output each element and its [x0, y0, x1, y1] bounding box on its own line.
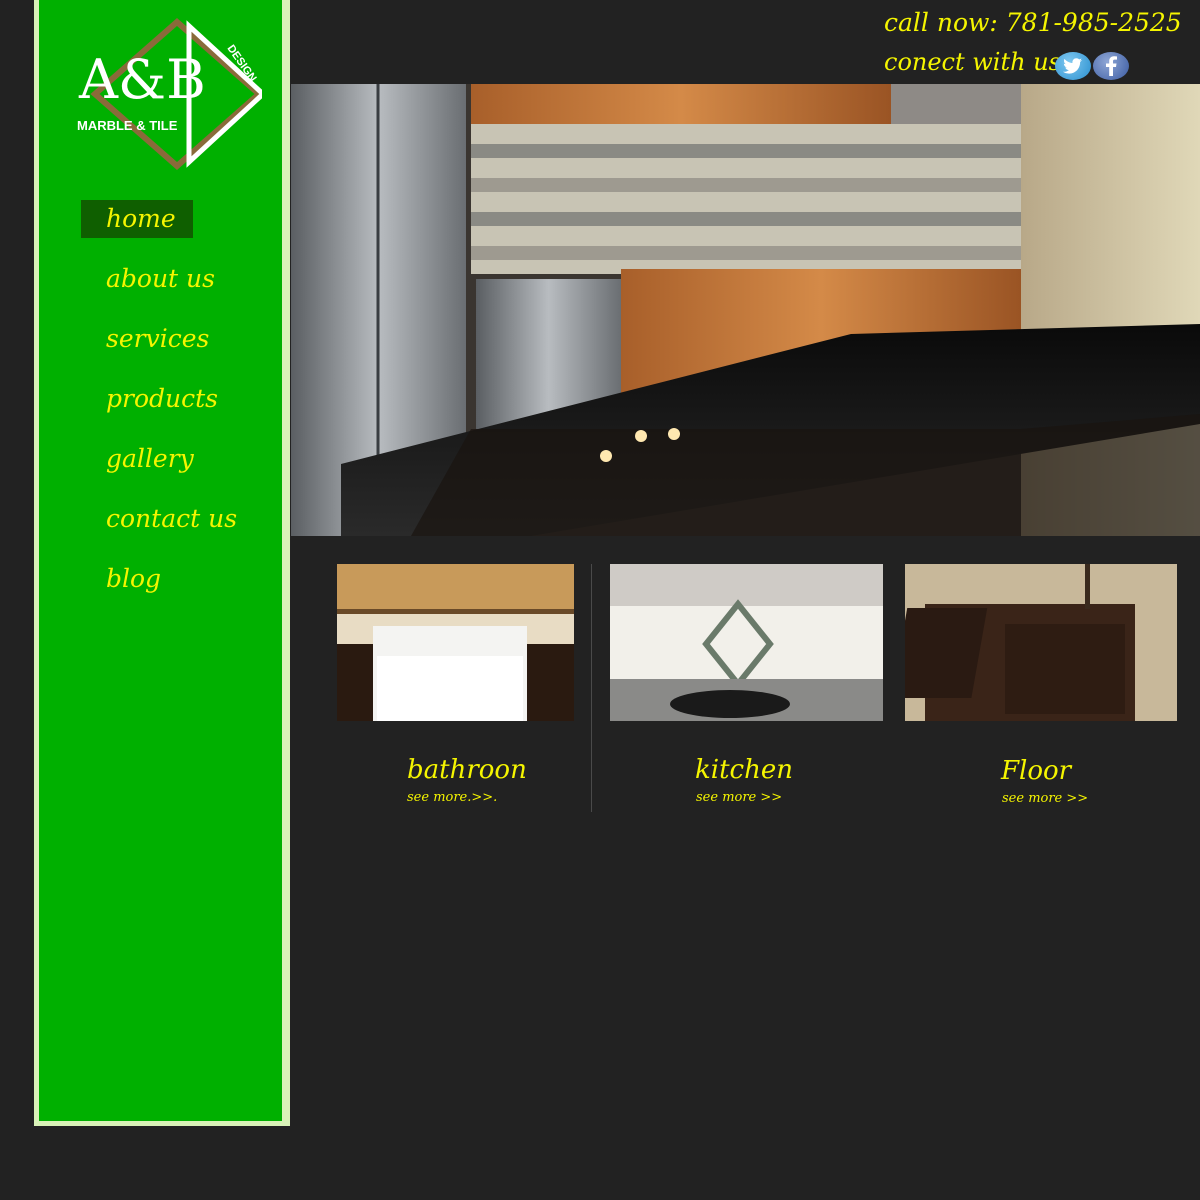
- logo-letters: A&B: [78, 48, 206, 111]
- floor-thumbnail[interactable]: [905, 564, 1177, 721]
- sidebar-panel: A&B MARBLE & TILE DESIGN home about us s…: [39, 0, 282, 1121]
- logo[interactable]: A&B MARBLE & TILE DESIGN: [77, 18, 267, 170]
- sidebar: A&B MARBLE & TILE DESIGN home about us s…: [34, 0, 290, 1126]
- logo-subtitle: MARBLE & TILE: [77, 118, 178, 133]
- nav-item-about-us[interactable]: about us: [81, 260, 281, 298]
- connect-label: conect with us: [884, 48, 1061, 76]
- card-link-bathroom[interactable]: see more.>>.: [407, 790, 497, 805]
- card-title-bathroom[interactable]: bathroon: [407, 755, 527, 785]
- main-nav: home about us services products gallery …: [81, 200, 281, 620]
- hero-kitchen-image: [291, 84, 1200, 536]
- card-link-floor[interactable]: see more >>: [1002, 791, 1088, 806]
- kitchen-thumbnail[interactable]: [610, 564, 883, 721]
- card-link-kitchen[interactable]: see more >>: [696, 790, 782, 805]
- nav-item-gallery[interactable]: gallery: [81, 440, 281, 478]
- nav-item-contact-us[interactable]: contact us: [81, 500, 281, 538]
- call-now-phone[interactable]: call now: 781-985-2525: [884, 8, 1184, 37]
- card-title-kitchen[interactable]: kitchen: [695, 755, 793, 785]
- card-divider: [591, 564, 592, 812]
- card-title-floor[interactable]: Floor: [1001, 756, 1071, 786]
- twitter-icon[interactable]: [1055, 52, 1091, 80]
- nav-item-services[interactable]: services: [81, 320, 281, 358]
- bathroom-thumbnail[interactable]: [337, 564, 574, 721]
- facebook-icon[interactable]: [1093, 52, 1129, 80]
- nav-item-home[interactable]: home: [81, 200, 193, 238]
- nav-item-products[interactable]: products: [81, 380, 281, 418]
- nav-item-blog[interactable]: blog: [81, 560, 281, 598]
